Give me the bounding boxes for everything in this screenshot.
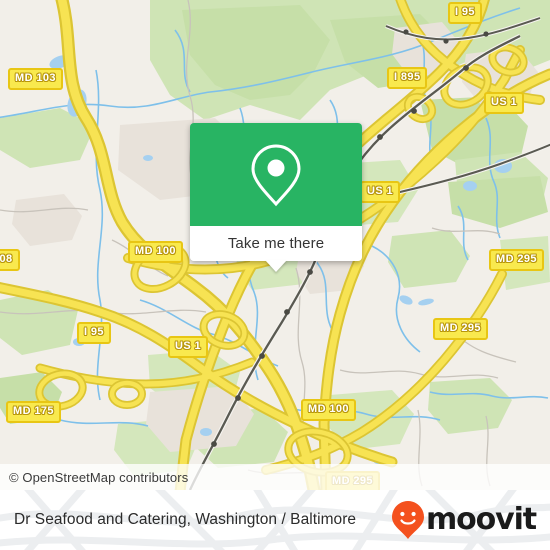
- shield-md108-clipped: 108: [0, 249, 20, 271]
- popup-tail-pointer: [265, 260, 287, 272]
- take-me-there-label: Take me there: [227, 235, 325, 252]
- shield-md100-west: MD 100: [128, 241, 183, 263]
- popup-pin-area: [190, 123, 362, 226]
- map-canvas[interactable]: I 95 MD 103 I 895 US 1 US 1 MD 100 MD 295 108 I …: [0, 0, 550, 490]
- shield-i895: I 895: [387, 67, 428, 89]
- shield-i95-north: I 95: [448, 2, 482, 24]
- shield-i95-west: I 95: [77, 322, 111, 344]
- take-me-there-button[interactable]: Take me there: [190, 226, 362, 272]
- place-title: Dr Seafood and Catering, Washington / Ba…: [14, 511, 357, 528]
- moovit-brand-logo[interactable]: moovit: [391, 500, 537, 540]
- moovit-smiley-pin-icon: [391, 501, 424, 539]
- shield-md295-southeast: MD 295: [433, 318, 488, 340]
- shield-md100-south: MD 100: [301, 399, 356, 421]
- shield-md103: MD 103: [8, 68, 63, 90]
- footer-bar: Dr Seafood and Catering, Washington / Ba…: [0, 490, 550, 550]
- location-pin-icon: [251, 143, 301, 206]
- osm-attribution-text[interactable]: © OpenStreetMap contributors: [0, 470, 188, 485]
- moovit-wordmark: moovit: [425, 502, 537, 537]
- shield-us1-northeast: US 1: [484, 92, 525, 114]
- shield-us1-center: US 1: [360, 181, 401, 203]
- shield-md295-east: MD 295: [489, 249, 544, 271]
- destination-popup[interactable]: Take me there: [190, 123, 362, 272]
- shield-us1-southwest: US 1: [168, 336, 209, 358]
- shield-md175: MD 175: [6, 401, 61, 423]
- map-attribution-bar: © OpenStreetMap contributors: [0, 464, 550, 490]
